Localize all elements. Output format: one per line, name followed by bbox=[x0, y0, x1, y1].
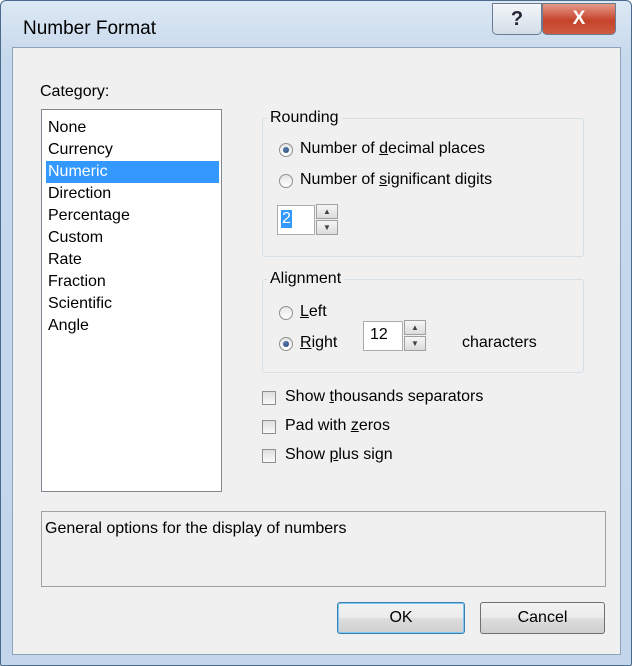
significant-digits-radio[interactable] bbox=[279, 174, 293, 188]
pad-zeros-checkbox[interactable] bbox=[262, 420, 276, 434]
list-item[interactable]: None bbox=[46, 117, 219, 139]
arrow-down-icon: ▼ bbox=[411, 339, 419, 348]
align-left-label[interactable]: Left bbox=[300, 303, 327, 321]
description-panel: General options for the display of numbe… bbox=[41, 511, 606, 587]
category-label: Category: bbox=[40, 83, 110, 100]
characters-label: characters bbox=[462, 334, 537, 351]
spin-down-button[interactable]: ▼ bbox=[316, 220, 338, 235]
list-item[interactable]: Percentage bbox=[46, 205, 219, 227]
cancel-button[interactable]: Cancel bbox=[480, 602, 605, 634]
thousands-separators-checkbox[interactable] bbox=[262, 391, 276, 405]
list-item[interactable]: Rate bbox=[46, 249, 219, 271]
close-icon: X bbox=[572, 8, 586, 29]
arrow-up-icon: ▲ bbox=[323, 207, 331, 216]
arrow-down-icon: ▼ bbox=[323, 223, 331, 232]
align-right-radio[interactable] bbox=[279, 337, 293, 351]
plus-sign-label[interactable]: Show plus sign bbox=[285, 446, 393, 464]
rounding-title: Rounding bbox=[267, 109, 342, 127]
pad-zeros-label[interactable]: Pad with zeros bbox=[285, 417, 390, 435]
alignment-title: Alignment bbox=[267, 270, 345, 288]
arrow-up-icon: ▲ bbox=[411, 323, 419, 332]
help-icon: ? bbox=[510, 7, 524, 30]
width-spinner[interactable]: ▲ ▼ bbox=[404, 320, 426, 352]
align-left-radio[interactable] bbox=[279, 306, 293, 320]
window-title: Number Format bbox=[23, 18, 157, 39]
align-right-label[interactable]: Right bbox=[300, 334, 337, 352]
list-item-selected[interactable]: Numeric bbox=[46, 161, 219, 183]
close-button[interactable]: X bbox=[542, 3, 616, 35]
list-item[interactable]: Angle bbox=[46, 315, 219, 337]
list-item[interactable]: Fraction bbox=[46, 271, 219, 293]
list-item[interactable]: Direction bbox=[46, 183, 219, 205]
list-item[interactable]: Currency bbox=[46, 139, 219, 161]
width-input[interactable]: 12 bbox=[363, 321, 403, 351]
decimal-places-input[interactable]: 2 bbox=[277, 205, 315, 235]
category-list[interactable]: None Currency Numeric Direction Percenta… bbox=[41, 109, 222, 492]
title-bar[interactable]: Number Format ? X bbox=[1, 1, 631, 47]
decimal-places-spinner[interactable]: ▲ ▼ bbox=[316, 204, 338, 236]
help-button[interactable]: ? bbox=[492, 3, 542, 35]
list-item[interactable]: Custom bbox=[46, 227, 219, 249]
plus-sign-checkbox[interactable] bbox=[262, 449, 276, 463]
width-value: 12 bbox=[370, 326, 388, 343]
significant-digits-label[interactable]: Number of significant digits bbox=[300, 171, 492, 189]
decimal-places-label[interactable]: Number of decimal places bbox=[300, 140, 485, 158]
list-item[interactable]: Scientific bbox=[46, 293, 219, 315]
description-text: General options for the display of numbe… bbox=[45, 520, 347, 537]
spin-up-button[interactable]: ▲ bbox=[316, 204, 338, 219]
dialog-body: Category: None Currency Numeric Directio… bbox=[12, 47, 621, 655]
spin-up-button[interactable]: ▲ bbox=[404, 320, 426, 335]
decimal-places-radio[interactable] bbox=[279, 143, 293, 157]
spin-down-button[interactable]: ▼ bbox=[404, 336, 426, 351]
decimal-places-value: 2 bbox=[281, 210, 292, 228]
dialog-window: Number Format ? X Category: None Currenc… bbox=[0, 0, 632, 666]
thousands-separators-label[interactable]: Show thousands separators bbox=[285, 388, 483, 406]
ok-button[interactable]: OK bbox=[337, 602, 465, 634]
